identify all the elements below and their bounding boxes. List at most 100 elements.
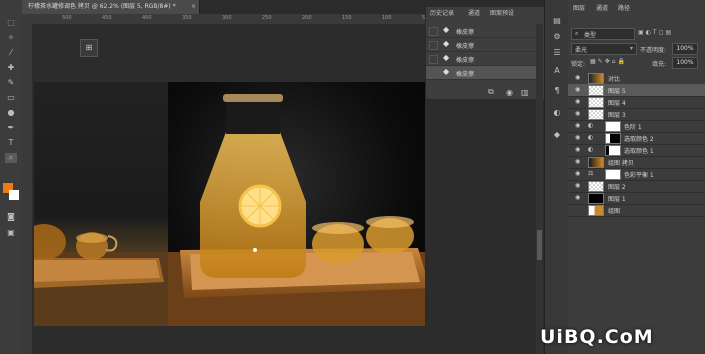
visibility-eye-icon[interactable]: ◉ xyxy=(575,98,580,105)
screen-mode-icon[interactable]: ▣ xyxy=(5,228,17,238)
close-tab-icon[interactable]: × xyxy=(191,0,196,14)
adjustment-layer-icon: ⚖ xyxy=(588,170,594,177)
canvas-image-main[interactable] xyxy=(168,82,425,326)
color-icon[interactable]: ◆ xyxy=(551,130,563,140)
layer-thumbnail xyxy=(588,109,604,120)
layer-mask-thumbnail[interactable] xyxy=(605,121,621,132)
visibility-eye-icon[interactable]: ◉ xyxy=(575,74,580,81)
brush-tool-icon[interactable]: ✎ xyxy=(5,78,17,88)
fill-label: 填充: xyxy=(652,61,667,68)
visibility-eye-icon[interactable]: ◉ xyxy=(575,158,580,165)
document-title: 柠檬茶水罐修调色 拷贝 @ 62.2% (图层 5, RGB/8#) * xyxy=(28,3,176,10)
lemon-tea-carafe-illustration xyxy=(168,94,425,326)
eraser-icon: ◆ xyxy=(443,67,450,76)
layer-name: 选取颜色 1 xyxy=(624,148,654,155)
history-source-box[interactable] xyxy=(429,41,438,50)
tab-channels[interactable]: 通道 xyxy=(468,7,480,21)
visibility-eye-icon-hidden[interactable]: ◉ xyxy=(575,206,580,213)
layer-filter-value: 类型 xyxy=(584,32,597,39)
adjustments-icon[interactable]: ☰ xyxy=(551,48,563,58)
marquee-tool-icon[interactable]: ⬚ xyxy=(5,18,17,28)
visibility-eye-icon[interactable]: ◉ xyxy=(575,86,580,93)
layer-name: 图层 3 xyxy=(608,112,626,119)
zoom-tool-icon[interactable]: ⌕ xyxy=(5,153,17,163)
lock-icons[interactable]: ▦✎✥⌂🔒 xyxy=(590,58,627,65)
eyedropper-tool-icon[interactable]: ⁄ xyxy=(5,48,17,58)
new-document-from-state-icon[interactable]: ⧉ xyxy=(488,87,494,97)
layer-mask-thumbnail[interactable] xyxy=(605,133,621,144)
layer-filter-icons[interactable]: ▣◐T◻▤ xyxy=(638,29,673,36)
layer-name: 对比 xyxy=(608,76,621,83)
eraser-icon: ◆ xyxy=(443,25,450,34)
tab-pattern-presets[interactable]: 图案预设 xyxy=(490,7,514,21)
visibility-eye-icon[interactable]: ◉ xyxy=(575,134,580,141)
visibility-eye-icon[interactable]: ◉ xyxy=(575,146,580,153)
type-tool-icon[interactable]: T xyxy=(5,138,17,148)
tab-layers[interactable]: 图层 xyxy=(573,3,585,15)
layer-thumbnail xyxy=(588,73,604,84)
layer-name: 图层 2 xyxy=(608,184,626,191)
layer-name: 图层 5 xyxy=(608,88,626,95)
healing-brush-icon[interactable]: ✚ xyxy=(5,63,17,73)
chevron-down-icon: ▾ xyxy=(629,45,633,52)
pen-tool-icon[interactable]: ✒ xyxy=(5,123,17,133)
scrollbar-thumb[interactable] xyxy=(537,230,542,260)
layer-row[interactable]: ◉ 组图 xyxy=(568,204,705,217)
layer-name: 组图 xyxy=(608,208,621,215)
ruler-mark: 350 xyxy=(182,15,192,21)
paragraph-icon[interactable]: ¶ xyxy=(551,86,563,96)
visibility-eye-icon[interactable]: ◉ xyxy=(575,194,580,201)
visibility-eye-icon[interactable]: ◉ xyxy=(575,110,580,117)
tea-cups-left-illustration xyxy=(22,224,168,326)
layer-thumbnail xyxy=(588,97,604,108)
tab-paths[interactable]: 路径 xyxy=(618,3,630,15)
canvas-vertical-scrollbar[interactable] xyxy=(536,24,543,354)
visibility-eye-icon[interactable]: ◉ xyxy=(575,170,580,177)
history-panel-icon[interactable]: ▤ xyxy=(551,16,563,26)
layer-mask-thumbnail[interactable] xyxy=(605,145,621,156)
visibility-eye-icon[interactable]: ◉ xyxy=(575,182,580,189)
panel-icon-strip: ▤ ⚙ ☰ A ¶ ◐ ◆ xyxy=(544,0,570,354)
history-source-box[interactable] xyxy=(429,27,438,36)
layer-name: 选取颜色 2 xyxy=(624,136,654,143)
filter-search-icon: ⌕ xyxy=(575,30,579,37)
layer-name: 色彩平衡 1 xyxy=(624,172,654,179)
layer-name: 图层 4 xyxy=(608,100,626,107)
layer-filter-select[interactable]: ⌕ 类型 xyxy=(571,28,635,40)
layer-thumbnail xyxy=(588,85,604,96)
floating-panel-icon[interactable]: ⊞ xyxy=(80,39,98,57)
visibility-eye-icon[interactable]: ◉ xyxy=(575,122,580,129)
eraser-tool-icon[interactable]: ▭ xyxy=(5,93,17,103)
tab-channels-panel[interactable]: 通道 xyxy=(596,3,608,15)
quick-mask-icon[interactable]: ◙ xyxy=(5,212,17,222)
document-tab[interactable]: 柠檬茶水罐修调色 拷贝 @ 62.2% (图层 5, RGB/8#) * × xyxy=(22,0,200,14)
history-item-label: 橡皮擦 xyxy=(456,57,475,64)
character-icon[interactable]: A xyxy=(551,66,563,76)
properties-icon[interactable]: ⚙ xyxy=(551,32,563,42)
blur-tool-icon[interactable]: ● xyxy=(5,108,17,118)
history-item[interactable]: ◆ 橡皮擦 xyxy=(426,24,536,38)
blend-mode-select[interactable]: 柔光 ▾ xyxy=(571,43,637,55)
adjustment-layer-icon: ◐ xyxy=(588,134,594,141)
camera-icon[interactable]: ◉ xyxy=(506,88,513,97)
ruler-mark: 250 xyxy=(262,15,272,21)
trash-icon[interactable]: ▥ xyxy=(521,88,529,97)
history-item[interactable]: ◆ 橡皮擦 xyxy=(426,38,536,52)
history-item[interactable]: ◆ 橡皮擦 xyxy=(426,52,536,66)
blend-mode-value: 柔光 xyxy=(575,47,588,54)
adjustment-layer-icon: ◐ xyxy=(588,146,594,153)
ruler-mark: 300 xyxy=(222,15,232,21)
fill-input[interactable]: 100% xyxy=(672,57,698,69)
background-color-swatch[interactable] xyxy=(9,190,19,200)
history-source-box[interactable] xyxy=(429,55,438,64)
history-source-box[interactable] xyxy=(429,69,438,78)
layer-name: 图层 1 xyxy=(608,196,626,203)
magic-wand-tool-icon[interactable]: ✧ xyxy=(5,33,17,43)
ruler-mark: 200 xyxy=(302,15,312,21)
styles-icon[interactable]: ◐ xyxy=(551,108,563,118)
tab-history[interactable]: 历史记录 xyxy=(430,7,454,21)
layer-thumbnail xyxy=(588,205,604,216)
history-item-current[interactable]: ◆ 橡皮擦 xyxy=(426,66,536,80)
opacity-input[interactable]: 100% xyxy=(672,43,698,55)
layer-mask-thumbnail[interactable] xyxy=(605,169,621,180)
